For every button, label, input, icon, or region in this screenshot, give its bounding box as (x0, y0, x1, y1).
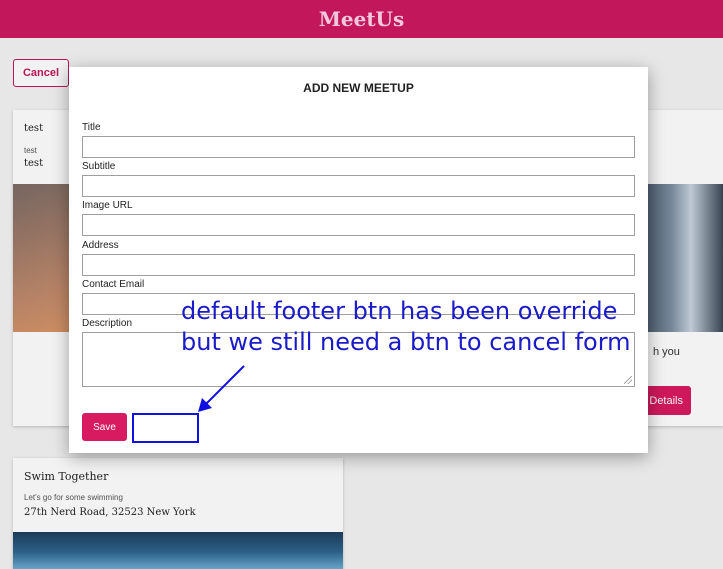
address-label: Address (82, 240, 119, 251)
add-meetup-dialog: ADD NEW MEETUP Title Subtitle Image URL … (69, 67, 648, 453)
contact-email-label: Contact Email (82, 279, 145, 290)
description-label: Description (82, 318, 133, 329)
dialog-title: ADD NEW MEETUP (303, 81, 414, 95)
subtitle-label: Subtitle (82, 161, 116, 172)
annotation-text: default footer btn has been override but… (181, 296, 631, 358)
annotation-arrow-icon (198, 365, 245, 412)
image-url-label: Image URL (82, 200, 133, 211)
app-title: MeetUs (318, 7, 405, 31)
image-url-input[interactable] (82, 214, 635, 236)
annotation-highlight-box (132, 413, 199, 443)
subtitle-input[interactable] (82, 175, 635, 197)
address-input[interactable] (82, 254, 635, 276)
resize-handle-icon[interactable] (624, 376, 632, 384)
annotation-line-1: default footer btn has been override (181, 297, 618, 325)
app-header: MeetUs (0, 0, 723, 38)
title-input[interactable] (82, 136, 635, 158)
annotation-line-2: but we still need a btn to cancel form (181, 328, 631, 356)
save-button[interactable]: Save (82, 413, 127, 441)
title-label: Title (82, 122, 101, 133)
